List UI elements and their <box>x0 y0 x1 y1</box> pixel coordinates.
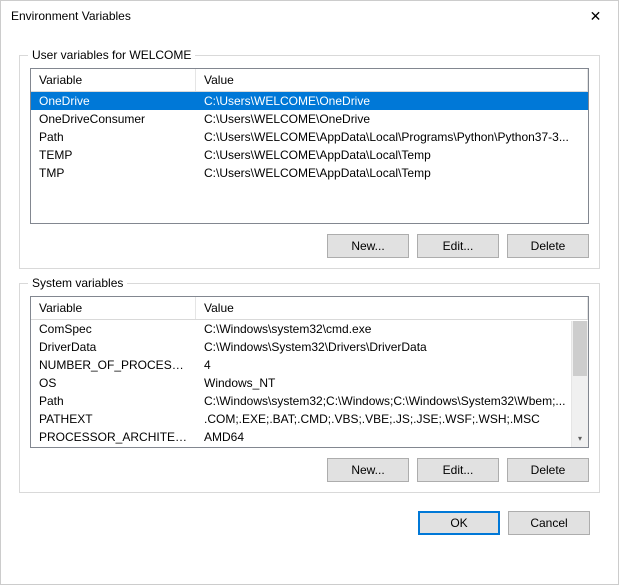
col-header-value[interactable]: Value <box>196 69 588 91</box>
table-row[interactable]: OneDriveC:\Users\WELCOME\OneDrive <box>31 92 588 110</box>
table-row[interactable]: ComSpecC:\Windows\system32\cmd.exe <box>31 320 588 338</box>
dialog-content: User variables for WELCOME Variable Valu… <box>1 31 618 549</box>
table-row[interactable]: DriverDataC:\Windows\System32\Drivers\Dr… <box>31 338 588 356</box>
cell-value: C:\Users\WELCOME\OneDrive <box>196 93 588 109</box>
cell-variable: DriverData <box>31 339 196 355</box>
table-row[interactable]: NUMBER_OF_PROCESSORS4 <box>31 356 588 374</box>
ok-button[interactable]: OK <box>418 511 500 535</box>
user-variables-table[interactable]: Variable Value OneDriveC:\Users\WELCOME\… <box>30 68 589 224</box>
scrollbar-thumb[interactable] <box>573 321 587 376</box>
user-delete-button[interactable]: Delete <box>507 234 589 258</box>
system-new-button[interactable]: New... <box>327 458 409 482</box>
cell-variable: PROCESSOR_ARCHITECTURE <box>31 429 196 445</box>
table-row[interactable]: PathC:\Windows\system32;C:\Windows;C:\Wi… <box>31 392 588 410</box>
cell-value: C:\Users\WELCOME\AppData\Local\Temp <box>196 165 588 181</box>
user-variables-group: User variables for WELCOME Variable Valu… <box>19 55 600 269</box>
cell-value: C:\Windows\system32;C:\Windows;C:\Window… <box>196 393 588 409</box>
cell-value: Windows_NT <box>196 375 588 391</box>
system-edit-button[interactable]: Edit... <box>417 458 499 482</box>
cell-variable: PATHEXT <box>31 411 196 427</box>
cell-value: C:\Users\WELCOME\OneDrive <box>196 111 588 127</box>
cell-value: C:\Windows\system32\cmd.exe <box>196 321 588 337</box>
system-variables-group: System variables Variable Value ComSpecC… <box>19 283 600 493</box>
cell-variable: OS <box>31 375 196 391</box>
cell-variable: Path <box>31 129 196 145</box>
system-scrollbar[interactable]: ▾ <box>571 321 588 447</box>
table-row[interactable]: PathC:\Users\WELCOME\AppData\Local\Progr… <box>31 128 588 146</box>
cell-variable: TMP <box>31 165 196 181</box>
col-header-variable[interactable]: Variable <box>31 297 196 319</box>
cell-value: C:\Users\WELCOME\AppData\Local\Temp <box>196 147 588 163</box>
cell-variable: NUMBER_OF_PROCESSORS <box>31 357 196 373</box>
system-variables-table[interactable]: Variable Value ComSpecC:\Windows\system3… <box>30 296 589 448</box>
table-row[interactable]: PROCESSOR_ARCHITECTUREAMD64 <box>31 428 588 446</box>
cell-variable: OneDriveConsumer <box>31 111 196 127</box>
cell-value: .COM;.EXE;.BAT;.CMD;.VBS;.VBE;.JS;.JSE;.… <box>196 411 588 427</box>
cell-value: 4 <box>196 357 588 373</box>
cell-variable: TEMP <box>31 147 196 163</box>
col-header-variable[interactable]: Variable <box>31 69 196 91</box>
system-delete-button[interactable]: Delete <box>507 458 589 482</box>
titlebar: Environment Variables ✕ <box>1 1 618 31</box>
cell-variable: ComSpec <box>31 321 196 337</box>
cell-variable: Path <box>31 393 196 409</box>
dialog-buttons: OK Cancel <box>19 511 600 535</box>
cell-value: C:\Windows\System32\Drivers\DriverData <box>196 339 588 355</box>
table-row[interactable]: TMPC:\Users\WELCOME\AppData\Local\Temp <box>31 164 588 182</box>
table-row[interactable]: OSWindows_NT <box>31 374 588 392</box>
table-row[interactable]: PATHEXT.COM;.EXE;.BAT;.CMD;.VBS;.VBE;.JS… <box>31 410 588 428</box>
close-icon: ✕ <box>590 8 602 25</box>
user-new-button[interactable]: New... <box>327 234 409 258</box>
user-variables-label: User variables for WELCOME <box>28 48 195 62</box>
cell-value: C:\Users\WELCOME\AppData\Local\Programs\… <box>196 129 588 145</box>
user-edit-button[interactable]: Edit... <box>417 234 499 258</box>
close-button[interactable]: ✕ <box>573 1 618 31</box>
cell-value: AMD64 <box>196 429 588 445</box>
cancel-button[interactable]: Cancel <box>508 511 590 535</box>
cell-variable: OneDrive <box>31 93 196 109</box>
table-row[interactable]: OneDriveConsumerC:\Users\WELCOME\OneDriv… <box>31 110 588 128</box>
system-variables-buttons: New... Edit... Delete <box>30 458 589 482</box>
system-variables-label: System variables <box>28 276 127 290</box>
col-header-value[interactable]: Value <box>196 297 588 319</box>
scroll-down-icon[interactable]: ▾ <box>572 430 588 447</box>
user-variables-buttons: New... Edit... Delete <box>30 234 589 258</box>
system-table-header: Variable Value <box>31 297 588 320</box>
table-row[interactable]: TEMPC:\Users\WELCOME\AppData\Local\Temp <box>31 146 588 164</box>
window-title: Environment Variables <box>11 9 131 23</box>
user-table-header: Variable Value <box>31 69 588 92</box>
